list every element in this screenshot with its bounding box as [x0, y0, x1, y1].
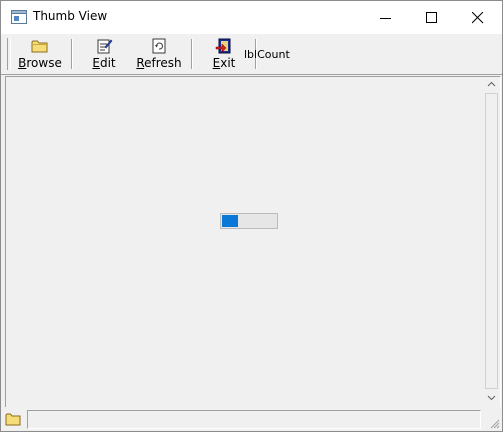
- status-bar: [1, 407, 502, 431]
- minimize-button[interactable]: [363, 1, 409, 34]
- loading-progress-bar: [220, 213, 278, 229]
- toolbar: Browse Edit Refresh Exit lblCount: [1, 34, 502, 75]
- folder-icon: [31, 40, 48, 53]
- exit-label: Exit: [212, 56, 236, 70]
- window-app-icon: [11, 10, 27, 24]
- close-button[interactable]: [455, 1, 501, 34]
- chevron-down-icon: [487, 395, 496, 401]
- toolbar-grip[interactable]: [7, 38, 11, 70]
- toolbar-separator: [71, 39, 72, 69]
- scroll-up-button[interactable]: [484, 77, 499, 92]
- count-label: lblCount: [244, 48, 290, 61]
- folder-icon: [5, 413, 21, 426]
- browse-label: Browse: [18, 56, 62, 70]
- maximize-button[interactable]: [409, 1, 455, 34]
- edit-label: Edit: [92, 56, 116, 70]
- maximize-icon: [426, 12, 437, 23]
- refresh-button[interactable]: Refresh: [135, 36, 183, 72]
- vertical-scrollbar[interactable]: [484, 77, 499, 405]
- title-bar[interactable]: Thumb View: [1, 1, 502, 34]
- close-icon: [472, 12, 484, 24]
- progress-fill: [222, 215, 238, 227]
- browse-button[interactable]: Browse: [15, 36, 65, 72]
- exit-icon: [215, 38, 231, 54]
- refresh-label: Refresh: [136, 56, 182, 70]
- status-panel: [27, 410, 481, 429]
- scroll-track[interactable]: [485, 93, 498, 389]
- exit-button[interactable]: Exit: [205, 36, 243, 72]
- refresh-icon: [152, 38, 166, 54]
- edit-button[interactable]: Edit: [81, 36, 127, 72]
- thumbnail-view-area[interactable]: [5, 76, 501, 408]
- resize-grip[interactable]: [488, 417, 500, 429]
- scroll-down-button[interactable]: [484, 390, 499, 405]
- window-title: Thumb View: [33, 9, 108, 23]
- toolbar-separator: [191, 39, 192, 69]
- thumb-view-window: Thumb View Browse Edit Refresh Exit lblC…: [0, 0, 503, 432]
- chevron-up-icon: [487, 81, 496, 87]
- edit-icon: [97, 39, 113, 54]
- minimize-icon: [380, 18, 391, 19]
